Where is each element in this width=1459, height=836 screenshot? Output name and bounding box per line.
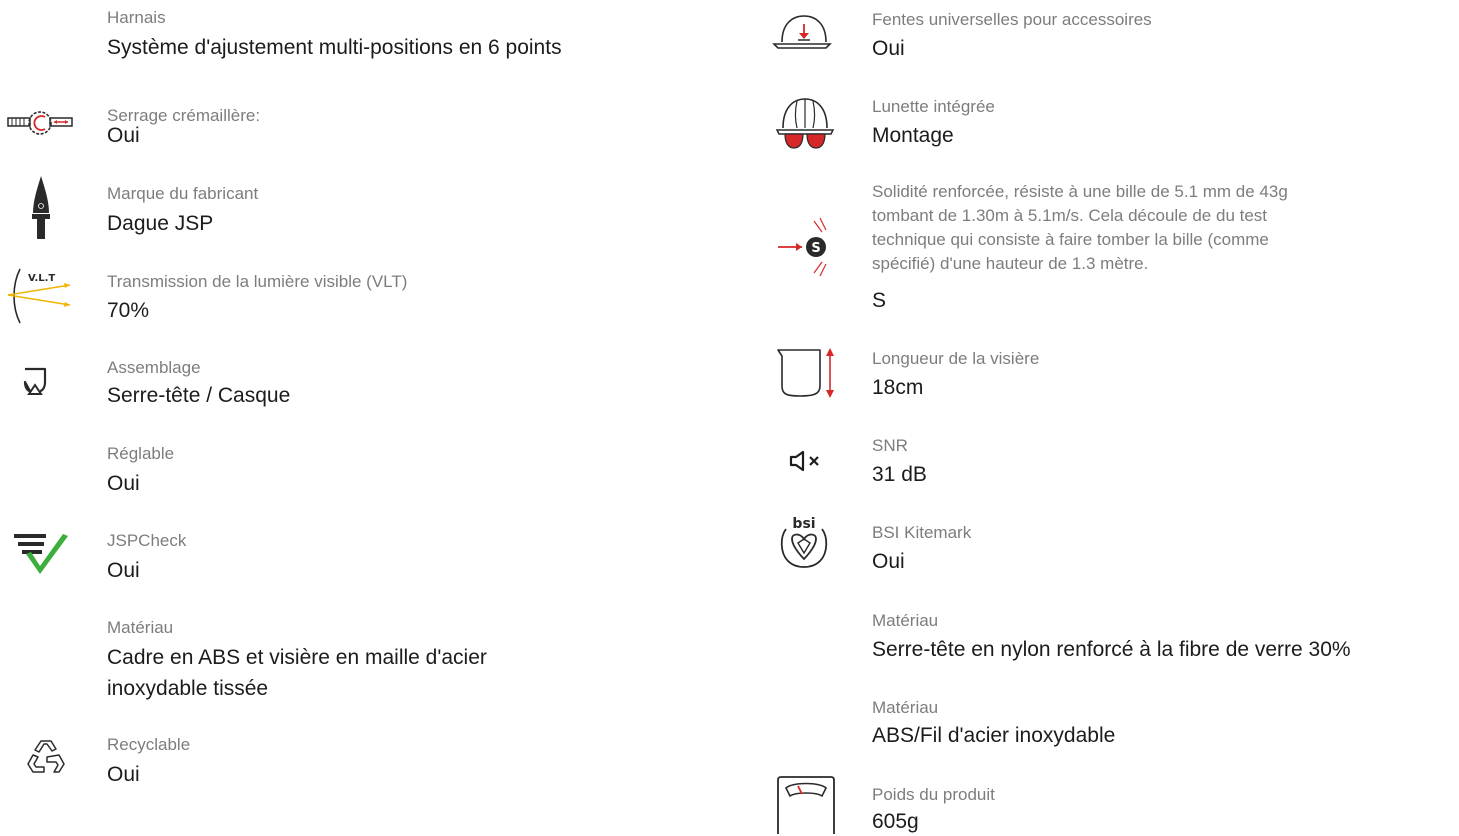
- spec-label: Lunette intégrée: [872, 97, 995, 116]
- check-icon: [14, 534, 68, 574]
- scale-icon: [777, 776, 835, 834]
- vlt-icon: V.L.T: [8, 268, 71, 324]
- spec-label: Assemblage: [107, 358, 201, 377]
- recycle-icon: [27, 740, 65, 773]
- spec-value-line-2: inoxydable tissée: [107, 677, 269, 700]
- spec-label: Réglable: [107, 444, 175, 463]
- visor-length-icon: [777, 348, 834, 398]
- spec-value: Oui: [872, 37, 905, 60]
- spec-label: Matériau: [872, 698, 939, 717]
- impact-s-icon-text: S: [811, 241, 820, 256]
- spec-value: Oui: [107, 763, 140, 786]
- ratchet-icon: [7, 111, 73, 135]
- spec-value: Serre-tête / Casque: [107, 384, 291, 407]
- assembly-icon: [23, 367, 47, 395]
- spec-label: Transmission de la lumière visible (VLT): [107, 272, 408, 291]
- spec-label: Longueur de la visière: [872, 349, 1040, 368]
- spec-label: Poids du produit: [872, 785, 995, 804]
- spec-value: Montage: [872, 124, 954, 147]
- bsi-icon-text: bsi: [792, 516, 815, 532]
- vlt-icon-text: V.L.T: [28, 273, 55, 284]
- spec-label: Harnais: [107, 8, 166, 27]
- spec-label: Matériau: [107, 618, 174, 637]
- helmet-slots-icon: [772, 15, 832, 49]
- spec-value: 605g: [872, 810, 919, 833]
- spec-value: Dague JSP: [107, 212, 214, 235]
- spec-label-line-1: Solidité renforcée, résiste à une bille …: [872, 182, 1288, 201]
- spec-value: Oui: [872, 550, 905, 573]
- dagger-icon: [32, 176, 50, 239]
- spec-label-line-2: tombant de 1.30m à 5.1m/s. Cela découle …: [872, 206, 1268, 225]
- spec-label: Recyclable: [107, 735, 191, 754]
- spec-value: ABS/Fil d'acier inoxydable: [872, 724, 1116, 747]
- spec-value: 70%: [107, 299, 150, 322]
- helmet-glasses-icon: [775, 98, 835, 149]
- spec-label: SNR: [872, 436, 908, 455]
- impact-s-icon: S: [778, 217, 827, 276]
- spec-value: Oui: [107, 559, 140, 582]
- spec-label: JSPCheck: [107, 531, 187, 550]
- spec-value: 31 dB: [872, 463, 927, 486]
- spec-value: Oui: [107, 124, 140, 147]
- mute-icon: [789, 450, 819, 472]
- spec-value: Serre-tête en nylon renforcé à la fibre …: [872, 638, 1351, 661]
- spec-label: BSI Kitemark: [872, 523, 972, 542]
- spec-label-line-4: spécifié) d'une hauteur de 1.3 mètre.: [872, 254, 1149, 273]
- spec-value-line-1: Cadre en ABS et visière en maille d'acie…: [107, 646, 487, 669]
- spec-value: Système d'ajustement multi-positions en …: [107, 36, 562, 59]
- spec-label: Matériau: [872, 611, 939, 630]
- spec-value: S: [872, 289, 887, 312]
- spec-label: Fentes universelles pour accessoires: [872, 10, 1152, 29]
- spec-label-line-3: technique qui consiste à faire tomber la…: [872, 230, 1269, 249]
- spec-label: Marque du fabricant: [107, 184, 259, 203]
- spec-value: Oui: [107, 472, 140, 495]
- spec-value: 18cm: [872, 376, 924, 399]
- bsi-kitemark-icon: bsi: [780, 516, 828, 568]
